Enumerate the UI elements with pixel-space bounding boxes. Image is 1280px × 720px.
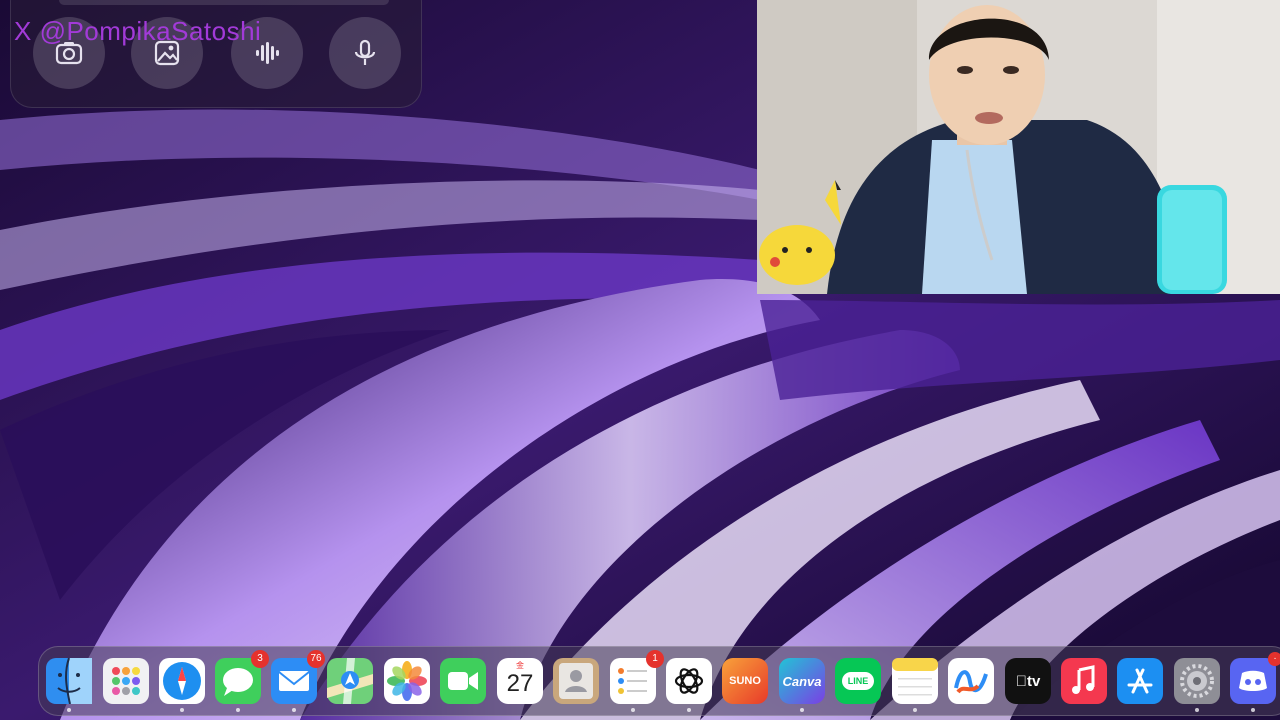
chatgpt-icon xyxy=(666,658,712,704)
maps-icon xyxy=(327,658,373,704)
dock-launchpad[interactable] xyxy=(103,658,149,704)
running-indicator xyxy=(180,708,184,712)
freeform-icon xyxy=(948,658,994,704)
microphone-button[interactable] xyxy=(329,17,401,89)
line-icon: LINE xyxy=(841,672,875,690)
dock-chatgpt[interactable] xyxy=(666,658,712,704)
calendar-icon xyxy=(497,658,543,704)
suno-icon: SUNO xyxy=(729,675,761,687)
watermark-text: X @PompikaSatoshi xyxy=(14,16,262,46)
running-indicator xyxy=(292,708,296,712)
dock-facetime[interactable] xyxy=(440,658,486,704)
music-icon xyxy=(1061,658,1107,704)
running-indicator xyxy=(1251,708,1255,712)
dock-maps[interactable] xyxy=(327,658,373,704)
launchpad-icon xyxy=(103,658,149,704)
apple-tv-icon: tv xyxy=(1016,672,1041,690)
dock: 3 76 金 27 1 SUNO Canva LINE tv · xyxy=(38,646,1280,716)
notes-icon xyxy=(892,658,938,704)
dock-suno[interactable]: SUNO xyxy=(722,658,768,704)
dock-notes[interactable] xyxy=(892,658,938,704)
running-indicator xyxy=(67,708,71,712)
contacts-icon xyxy=(553,658,599,704)
running-indicator xyxy=(236,708,240,712)
dock-apple-tv[interactable]: tv xyxy=(1005,658,1051,704)
dock-finder[interactable] xyxy=(46,658,92,704)
messages-badge: 3 xyxy=(251,650,269,668)
discord-badge: · xyxy=(1268,652,1280,666)
dock-reminders[interactable]: 1 xyxy=(610,650,664,704)
dock-system-settings[interactable] xyxy=(1174,658,1220,704)
dock-discord[interactable]: · xyxy=(1230,652,1280,704)
dock-safari[interactable] xyxy=(159,658,205,704)
microphone-icon xyxy=(354,39,376,65)
photos-icon xyxy=(384,658,430,704)
canva-icon: Canva xyxy=(782,673,822,689)
dock-app-store[interactable] xyxy=(1117,658,1163,704)
running-indicator xyxy=(687,708,691,712)
safari-icon xyxy=(159,658,205,704)
dock-music[interactable] xyxy=(1061,658,1107,704)
dock-contacts[interactable] xyxy=(553,658,599,704)
facetime-icon xyxy=(440,658,486,704)
mail-badge: 76 xyxy=(307,650,325,668)
running-indicator xyxy=(1195,708,1199,712)
dock-canva[interactable]: Canva xyxy=(779,658,825,704)
finder-icon xyxy=(46,658,92,704)
reminders-badge: 1 xyxy=(646,650,664,668)
dock-photos[interactable] xyxy=(384,658,430,704)
system-settings-icon xyxy=(1174,658,1220,704)
dock-mail[interactable]: 76 xyxy=(271,650,325,704)
running-indicator xyxy=(800,708,804,712)
webcam-overlay xyxy=(757,0,1280,294)
running-indicator xyxy=(913,708,917,712)
app-store-icon xyxy=(1117,658,1163,704)
running-indicator xyxy=(631,708,635,712)
discord-icon xyxy=(1230,658,1276,704)
webcam-person-icon xyxy=(757,0,1280,294)
dock-line[interactable]: LINE xyxy=(835,658,881,704)
chat-input-field[interactable] xyxy=(59,0,389,5)
dock-messages[interactable]: 3 xyxy=(215,650,269,704)
dock-calendar[interactable]: 金 27 xyxy=(497,658,543,704)
dock-freeform[interactable] xyxy=(948,658,994,704)
